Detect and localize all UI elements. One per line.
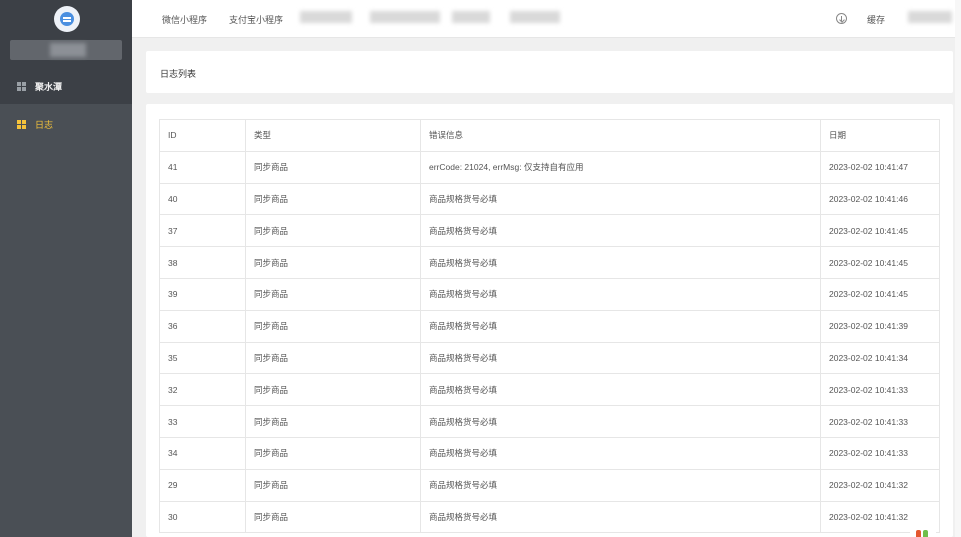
cell-type: 同步商品 — [245, 150, 421, 184]
cell-error-message: 商品规格货号必填 — [420, 436, 821, 470]
cell-error-message: errCode: 21024, errMsg: 仅支持自有应用 — [420, 150, 821, 184]
cell-error-message: 商品规格货号必填 — [420, 214, 821, 248]
cell-id: 40 — [159, 182, 246, 216]
cell-id: 39 — [159, 277, 246, 311]
cell-type: 同步商品 — [245, 214, 421, 248]
cell-error-message: 商品规格货号必填 — [420, 373, 821, 407]
cell-date: 2023-02-02 10:41:47 — [820, 150, 940, 184]
cell-type: 同步商品 — [245, 182, 421, 216]
cell-id: 30 — [159, 500, 246, 534]
grid-icon — [17, 81, 26, 91]
cell-type: 同步商品 — [245, 405, 421, 438]
cell-id: 34 — [159, 436, 246, 470]
cell-type: 同步商品 — [245, 468, 421, 502]
cell-type: 同步商品 — [245, 436, 421, 470]
grid-icon — [17, 119, 26, 129]
user-menu-redacted[interactable] — [908, 11, 952, 23]
cell-date: 2023-02-02 10:41:33 — [820, 373, 940, 407]
cell-date: 2023-02-02 10:41:39 — [820, 309, 940, 343]
cell-error-message: 商品规格货号必填 — [420, 309, 821, 343]
nav-link-redacted[interactable] — [510, 11, 560, 23]
nav-link-redacted[interactable] — [370, 11, 440, 23]
cell-type: 同步商品 — [245, 373, 421, 407]
sidebar-item-label: 聚水潭 — [35, 81, 63, 92]
cell-id: 36 — [159, 309, 246, 343]
cell-id: 29 — [159, 468, 246, 502]
cell-id: 38 — [159, 246, 246, 279]
cell-error-message: 商品规格货号必填 — [420, 341, 821, 375]
cell-id: 41 — [159, 150, 246, 184]
cell-id: 32 — [159, 373, 246, 407]
table-row[interactable]: 40 同步商品 商品规格货号必填 2023-02-02 10:41:46 — [159, 182, 940, 216]
cell-date: 2023-02-02 10:41:34 — [820, 341, 940, 375]
sidebar: 聚水潭 日志 — [0, 0, 132, 537]
cell-date: 2023-02-02 10:41:45 — [820, 246, 940, 279]
sidebar-item-label: 日志 — [35, 119, 54, 130]
column-header-error-message[interactable]: 错误信息 — [420, 119, 821, 152]
nav-link-redacted[interactable] — [300, 11, 352, 23]
cell-date: 2023-02-02 10:41:33 — [820, 436, 940, 470]
table-row[interactable]: 39 同步商品 商品规格货号必填 2023-02-02 10:41:45 — [159, 277, 940, 311]
cell-type: 同步商品 — [245, 246, 421, 279]
log-table-card: ID 类型 错误信息 日期 41 同步商品 errCode: 21024, errM… — [146, 104, 953, 537]
nav-link-alipay-miniprogram[interactable]: 支付宝小程序 — [229, 13, 283, 26]
cache-button[interactable]: 缓存 — [867, 13, 885, 26]
cell-date: 2023-02-02 10:41:45 — [820, 277, 940, 311]
table-row[interactable]: 34 同步商品 商品规格货号必填 2023-02-02 10:41:33 — [159, 436, 940, 470]
column-header-id[interactable]: ID — [159, 119, 246, 152]
page-title: 日志列表 — [160, 69, 197, 79]
cell-type: 同步商品 — [245, 277, 421, 311]
table-row[interactable]: 32 同步商品 商品规格货号必填 2023-02-02 10:41:33 — [159, 373, 940, 407]
table-row[interactable]: 30 同步商品 商品规格货号必填 2023-02-02 10:41:32 — [159, 500, 940, 534]
cell-type: 同步商品 — [245, 341, 421, 375]
column-header-type[interactable]: 类型 — [245, 119, 421, 152]
table-row[interactable]: 29 同步商品 商品规格货号必填 2023-02-02 10:41:32 — [159, 468, 940, 502]
cell-date: 2023-02-02 10:41:32 — [820, 468, 940, 502]
cell-date: 2023-02-02 10:41:46 — [820, 182, 940, 216]
cell-error-message: 商品规格货号必填 — [420, 246, 821, 279]
cell-date: 2023-02-02 10:41:33 — [820, 405, 940, 438]
sidebar-item-log[interactable]: 日志 — [0, 106, 132, 142]
table-row[interactable]: 33 同步商品 商品规格货号必填 2023-02-02 10:41:33 — [159, 405, 940, 438]
cell-date: 2023-02-02 10:41:45 — [820, 214, 940, 248]
page-header-card: 日志列表 — [146, 51, 953, 93]
cell-type: 同步商品 — [245, 309, 421, 343]
cell-error-message: 商品规格货号必填 — [420, 277, 821, 311]
cell-error-message: 商品规格货号必填 — [420, 468, 821, 502]
floating-widget-icon[interactable] — [910, 526, 936, 537]
table-row[interactable]: 35 同步商品 商品规格货号必填 2023-02-02 10:41:34 — [159, 341, 940, 375]
log-table: ID 类型 错误信息 日期 41 同步商品 errCode: 21024, errM… — [159, 119, 940, 534]
sidebar-item-jushuitan[interactable]: 聚水潭 — [0, 68, 132, 104]
cell-id: 35 — [159, 341, 246, 375]
nav-link-redacted[interactable] — [452, 11, 490, 23]
column-header-date[interactable]: 日期 — [820, 119, 940, 152]
page-scrollbar[interactable] — [955, 0, 961, 537]
nav-link-wechat-miniprogram[interactable]: 微信小程序 — [162, 13, 207, 26]
cell-error-message: 商品规格货号必填 — [420, 500, 821, 534]
cell-type: 同步商品 — [245, 500, 421, 534]
cell-error-message: 商品规格货号必填 — [420, 182, 821, 216]
cell-error-message: 商品规格货号必填 — [420, 405, 821, 438]
top-nav-bar: 微信小程序 支付宝小程序 缓存 — [132, 0, 961, 38]
cell-id: 33 — [159, 405, 246, 438]
table-row[interactable]: 41 同步商品 errCode: 21024, errMsg: 仅支持自有应用 202… — [159, 150, 940, 184]
app-logo-icon[interactable] — [54, 6, 80, 32]
account-name-redacted[interactable] — [10, 40, 122, 60]
table-header-row: ID 类型 错误信息 日期 — [159, 119, 940, 152]
table-row[interactable]: 36 同步商品 商品规格货号必填 2023-02-02 10:41:39 — [159, 309, 940, 343]
table-row[interactable]: 38 同步商品 商品规格货号必填 2023-02-02 10:41:45 — [159, 246, 940, 279]
download-circle-icon[interactable] — [836, 13, 847, 24]
cell-id: 37 — [159, 214, 246, 248]
table-row[interactable]: 37 同步商品 商品规格货号必填 2023-02-02 10:41:45 — [159, 214, 940, 248]
